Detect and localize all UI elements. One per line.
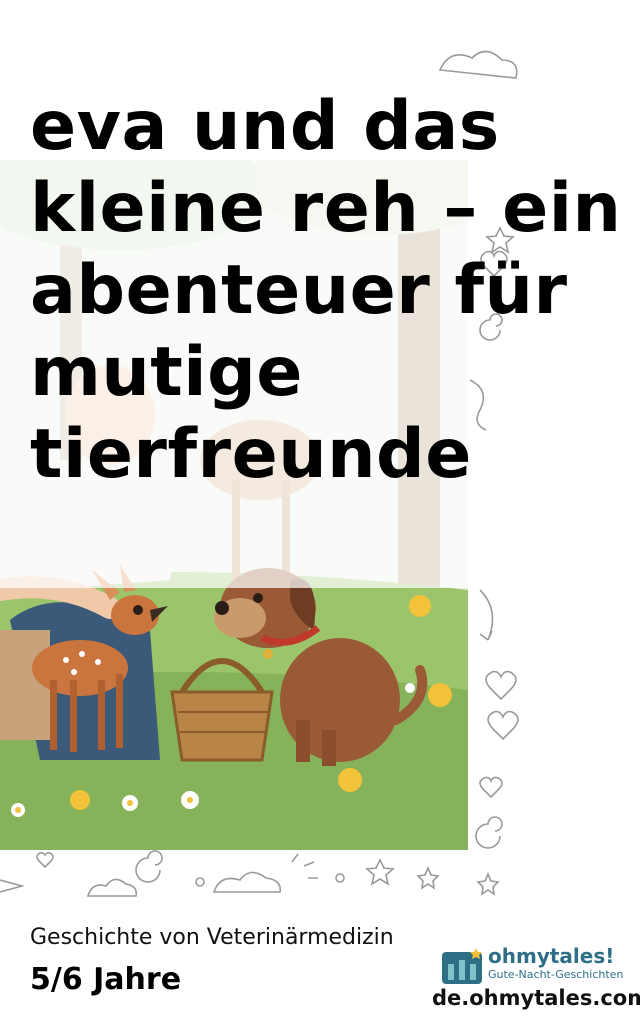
- logo-tagline: Gute-Nacht-Geschichten: [488, 968, 624, 981]
- cloud-doodle: [438, 50, 518, 79]
- arrow-doodle: [0, 879, 26, 893]
- castle-logo-icon: [442, 948, 482, 984]
- story-category: Geschichte von Veterinärmedizin: [30, 925, 394, 950]
- heart-doodle: [487, 710, 519, 741]
- star-doodle: [476, 871, 500, 896]
- star-doodle: [416, 865, 440, 890]
- website-link[interactable]: de.ohmytales.com: [432, 986, 640, 1010]
- sun-rays-doodle: [291, 853, 318, 879]
- cloud-doodle: [86, 878, 138, 897]
- brand-logo[interactable]: ohmytales! Gute-Nacht-Geschichten: [440, 944, 630, 988]
- dot-doodle: [195, 877, 205, 887]
- spiral-doodle: [135, 850, 163, 883]
- dot-doodle: [335, 873, 345, 883]
- arrow-doodle: [479, 589, 494, 641]
- spiral-doodle: [475, 816, 503, 849]
- age-group: 5/6 Jahre: [30, 962, 182, 997]
- logo-wordmark: ohmytales!: [488, 944, 615, 968]
- cloud-doodle: [212, 871, 282, 893]
- book-title: eva und das kleine reh – ein abenteuer f…: [30, 87, 622, 494]
- heart-doodle: [36, 851, 54, 869]
- heart-doodle: [485, 670, 517, 701]
- star-doodle: [365, 858, 395, 886]
- heart-doodle: [479, 776, 503, 799]
